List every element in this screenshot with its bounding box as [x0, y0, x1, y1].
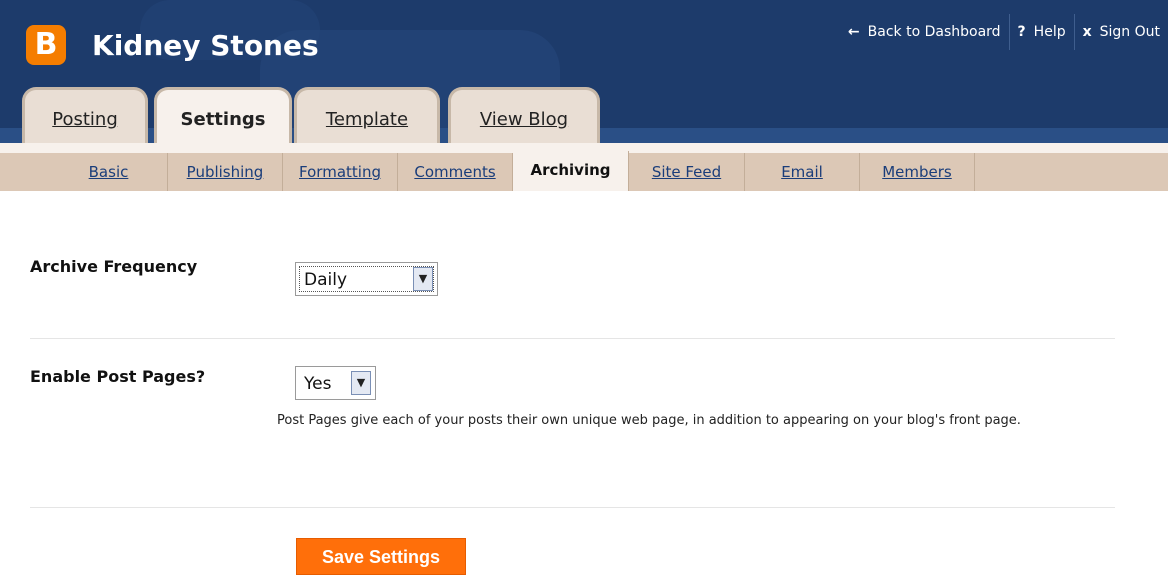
tab-posting[interactable]: Posting — [22, 87, 148, 143]
section-divider — [30, 507, 1115, 508]
close-icon: x — [1082, 24, 1092, 40]
chevron-down-icon[interactable]: ▼ — [413, 267, 433, 291]
blog-title: Kidney Stones — [92, 29, 319, 62]
chevron-down-icon[interactable]: ▼ — [351, 371, 371, 395]
blogger-logo-icon[interactable]: B — [26, 25, 66, 65]
archive-frequency-focus: Daily ▼ — [299, 266, 434, 292]
section-divider — [30, 338, 1115, 339]
subtab-comments[interactable]: Comments — [398, 153, 513, 191]
sign-out-label: Sign Out — [1099, 24, 1160, 40]
sign-out-link[interactable]: x Sign Out — [1075, 14, 1168, 50]
tab-view-blog[interactable]: View Blog — [448, 87, 600, 143]
subtab-basic[interactable]: Basic — [50, 153, 168, 191]
archive-frequency-value: Daily — [304, 270, 348, 290]
enable-post-pages-label: Enable Post Pages? — [30, 367, 206, 386]
archive-frequency-label: Archive Frequency — [30, 257, 198, 276]
blog-header: B Kidney Stones ← Back to Dashboard ? He… — [0, 0, 1168, 143]
settings-subnav: Basic Publishing Formatting Comments Arc… — [0, 143, 1168, 191]
top-navigation: ← Back to Dashboard ? Help x Sign Out — [840, 14, 1168, 50]
subtab-formatting[interactable]: Formatting — [283, 153, 398, 191]
subtab-email[interactable]: Email — [745, 153, 860, 191]
subtab-members[interactable]: Members — [860, 153, 975, 191]
help-icon: ? — [1017, 24, 1026, 40]
post-pages-help-text: Post Pages give each of your posts their… — [277, 413, 1021, 428]
back-to-dashboard-label: Back to Dashboard — [867, 24, 1001, 40]
enable-post-pages-box: Yes ▼ — [299, 370, 372, 396]
tab-view-blog-label: View Blog — [479, 109, 569, 130]
save-settings-button[interactable]: Save Settings — [296, 538, 466, 575]
tab-settings[interactable]: Settings — [154, 87, 292, 143]
back-to-dashboard-link[interactable]: ← Back to Dashboard — [840, 14, 1009, 50]
subtab-publishing[interactable]: Publishing — [168, 153, 283, 191]
help-label: Help — [1033, 24, 1066, 40]
subtab-archiving[interactable]: Archiving — [513, 151, 629, 191]
subtab-site-feed[interactable]: Site Feed — [629, 153, 745, 191]
tab-posting-label: Posting — [52, 109, 118, 130]
enable-post-pages-select[interactable]: Yes ▼ — [295, 366, 376, 400]
arrow-left-icon: ← — [847, 24, 860, 40]
enable-post-pages-value: Yes — [304, 374, 332, 394]
tab-template-label: Template — [325, 109, 409, 130]
tab-template[interactable]: Template — [294, 87, 440, 143]
help-link[interactable]: ? Help — [1010, 14, 1074, 50]
archive-frequency-select[interactable]: Daily ▼ — [295, 262, 438, 296]
tab-settings-label: Settings — [180, 109, 266, 130]
